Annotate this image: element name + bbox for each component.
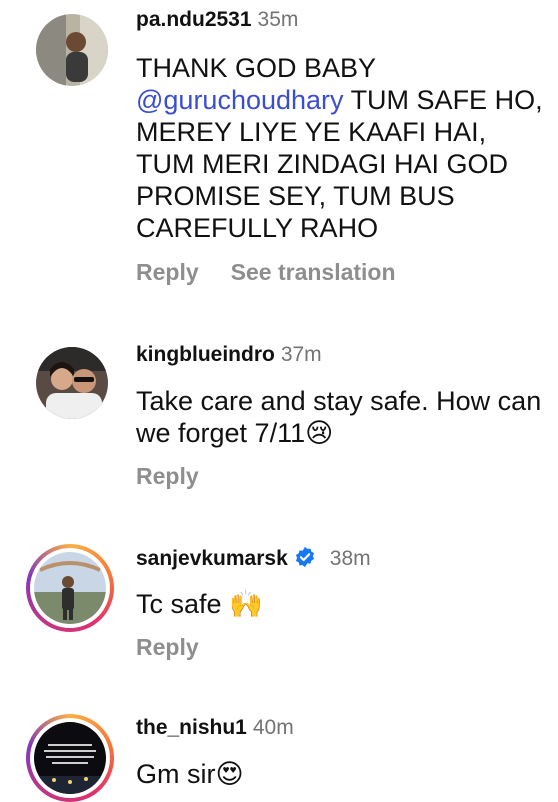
comment-username[interactable]: pa.ndu2531 [136, 8, 252, 31]
comment-text: Tc safe 🙌 [136, 589, 263, 619]
comment-timestamp: 38m [329, 547, 371, 570]
comment-text: Take care and stay safe. How can we forg… [136, 386, 542, 448]
reply-button[interactable]: Reply [136, 463, 199, 490]
avatar [34, 552, 106, 624]
avatar [34, 722, 106, 794]
comment-timestamp: 37m [280, 343, 322, 366]
mention-link[interactable]: @guruchoudhary [136, 85, 344, 115]
comment-item: kingblueindro 37m Take care and stay safe… [0, 335, 558, 505]
comment-text: Gm sir😍 [136, 759, 244, 789]
reply-button[interactable]: Reply [136, 259, 199, 286]
avatar-story-ring[interactable] [26, 714, 114, 802]
comment-timestamp: 40m [252, 716, 294, 739]
comment-username[interactable]: kingblueindro [136, 343, 275, 366]
comment-timestamp: 35m [257, 8, 299, 31]
verified-badge-icon [294, 546, 316, 574]
see-translation-button[interactable]: See translation [231, 259, 396, 286]
avatar-story-ring[interactable] [26, 544, 114, 632]
reply-button[interactable]: Reply [136, 634, 199, 661]
comment-username[interactable]: the_nishu1 [136, 716, 247, 739]
comment-item: pa.ndu2531 35m THANK GOD BABY @guruchoudh… [0, 0, 558, 320]
comment-username[interactable]: sanjevkumarsk [136, 547, 288, 570]
avatar[interactable] [36, 14, 108, 86]
comment-item: the_nishu1 40m Gm sir😍 [0, 700, 558, 802]
comment-item: sanjevkumarsk 38m Tc safe 🙌 Reply [0, 530, 558, 690]
avatar[interactable] [36, 347, 108, 419]
comment-text: THANK GOD BABY @guruchoudhary TUM SAFE H… [136, 53, 543, 243]
